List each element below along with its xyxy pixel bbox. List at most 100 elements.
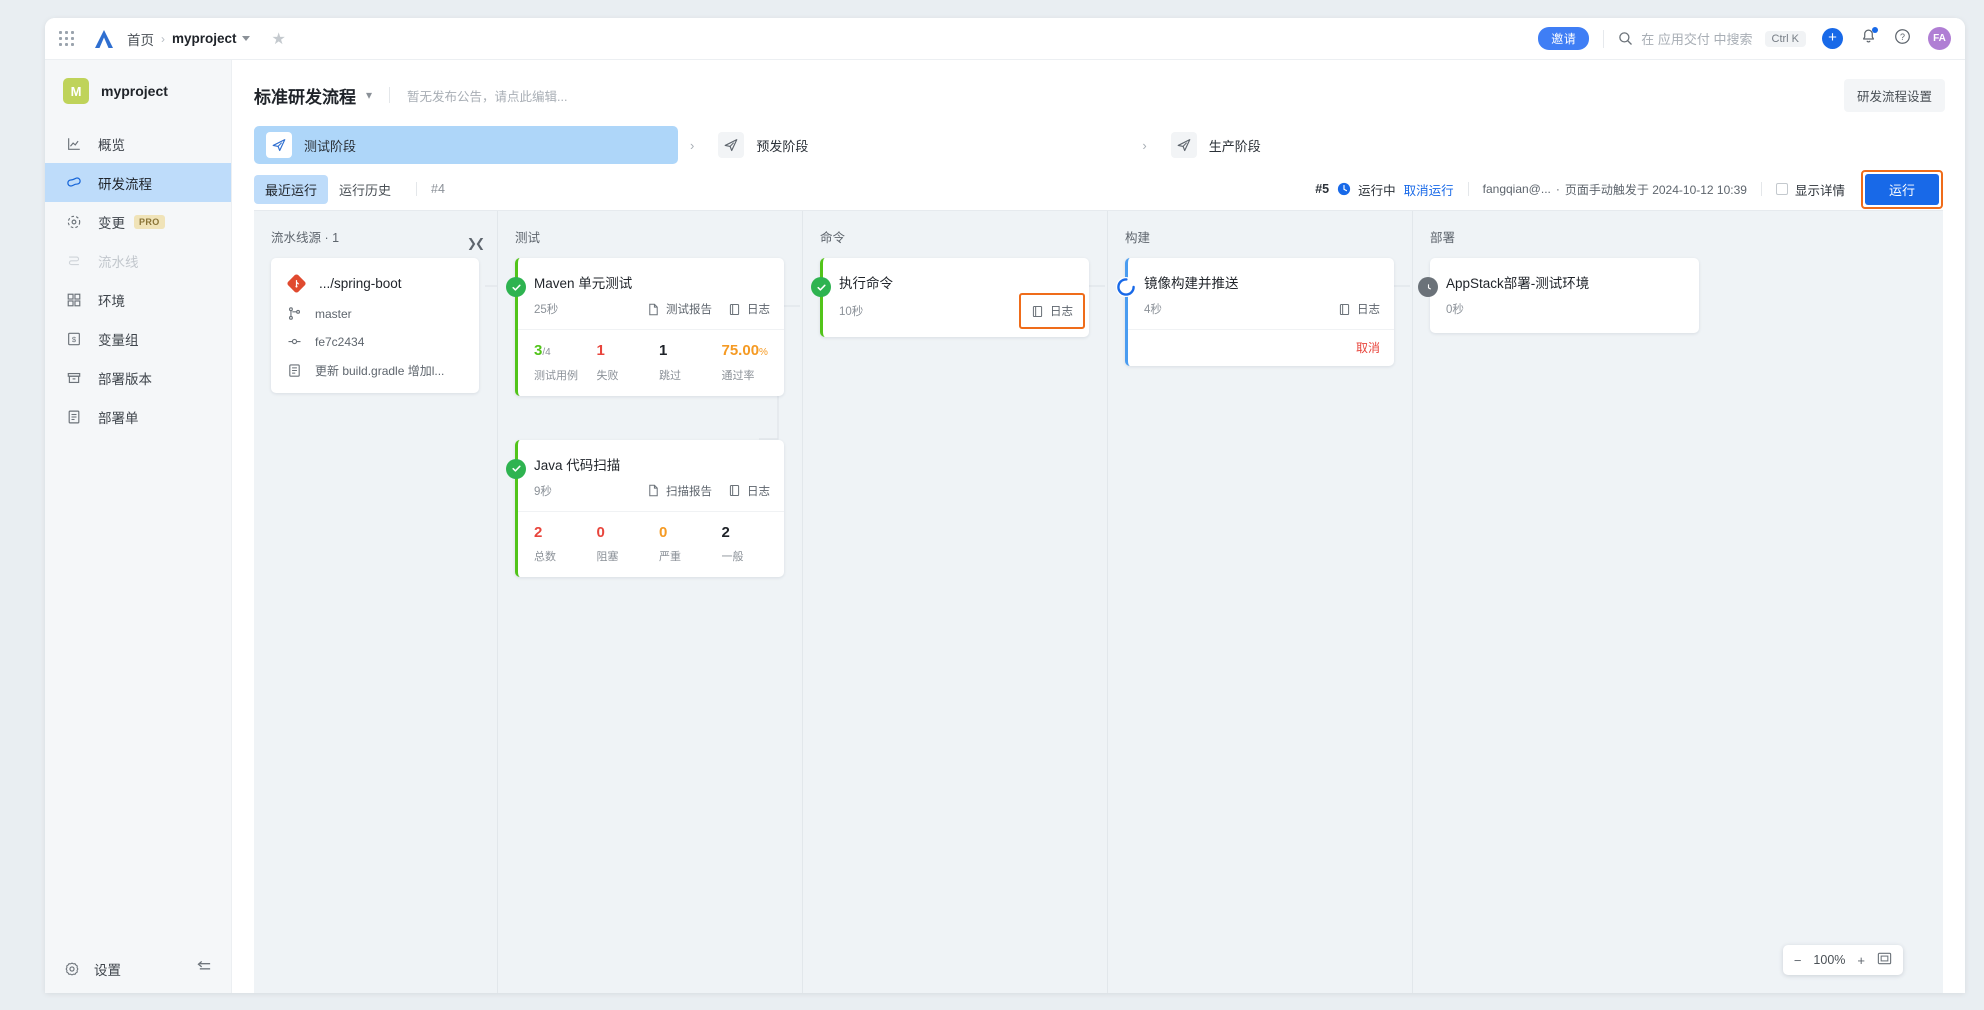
cancel-run-link[interactable]: 取消运行	[1404, 180, 1454, 199]
job-card-appstack-deploy[interactable]: AppStack部署-测试环境 0秒	[1418, 258, 1699, 333]
fit-screen-icon[interactable]	[1877, 952, 1892, 968]
top-bar-right: 邀请 在 应用交付 中搜索 Ctrl K + ? FA	[1538, 26, 1951, 50]
job-duration: 9秒	[534, 485, 552, 498]
breadcrumb-home[interactable]: 首页	[127, 29, 154, 49]
collapse-column-icon[interactable]: ❯❮	[467, 236, 485, 250]
build-ref[interactable]: #4	[431, 182, 445, 196]
rocket-icon	[266, 132, 292, 158]
apps-grid-icon[interactable]	[55, 28, 77, 50]
tab-latest-run[interactable]: 最近运行	[254, 174, 329, 204]
log-button[interactable]: 日志	[1019, 293, 1085, 329]
sidebar-item-dev-flow[interactable]: 研发流程	[45, 163, 231, 202]
stage-tab-test[interactable]: 测试阶段	[254, 126, 678, 164]
job-card-footer: 取消	[1128, 329, 1394, 366]
sidebar-item-label: 环境	[98, 293, 125, 309]
stat-label: 测试用例	[534, 369, 578, 382]
page-title: 标准研发流程	[254, 87, 356, 107]
sidebar-item-deploy-version[interactable]: 部署版本	[45, 358, 231, 397]
chart-icon	[64, 136, 84, 152]
change-icon	[64, 214, 84, 230]
stat-label: 通过率	[721, 369, 755, 382]
bell-icon[interactable]	[1860, 26, 1878, 50]
stat-value: 1	[596, 342, 605, 359]
chevron-right-icon: ›	[1142, 137, 1147, 153]
run-button[interactable]: 运行	[1864, 173, 1939, 205]
job-card-command[interactable]: 执行命令 10秒 日志	[811, 258, 1089, 337]
zoom-in-button[interactable]: +	[1857, 953, 1865, 968]
job-actions: 日志	[1019, 293, 1085, 329]
breadcrumb-project[interactable]: myproject	[172, 31, 237, 46]
log-button[interactable]: 日志	[728, 483, 770, 499]
sidebar: M myproject 概览 研发流程 变更 PRO 流水线 环境 $ 变量组 …	[45, 60, 232, 993]
help-circle-icon[interactable]: ?	[1894, 28, 1911, 50]
stat-label: 失败	[596, 369, 619, 382]
column-title: 命令	[820, 231, 846, 245]
job-card-image-build[interactable]: 镜像构建并推送 4秒 日志 取消	[1116, 258, 1394, 366]
gear-icon[interactable]	[64, 961, 80, 977]
show-detail-checkbox[interactable]	[1775, 183, 1788, 195]
status-running-icon	[1116, 277, 1136, 297]
job-title: AppStack部署-测试环境	[1446, 276, 1590, 291]
stage-tab-prod[interactable]: 生产阶段	[1159, 126, 1583, 164]
stage-tab-label: 预发阶段	[756, 138, 809, 154]
stat-value: 0	[596, 523, 605, 541]
notification-dot	[1872, 26, 1878, 33]
sidebar-item-environment[interactable]: 环境	[45, 280, 231, 319]
stat-total: 2 总数	[534, 524, 597, 565]
sidebar-nav: 概览 研发流程 变更 PRO 流水线 环境 $ 变量组 部署版本 部署单	[45, 122, 231, 436]
rocket-icon	[1170, 132, 1197, 158]
app-window: 首页 › myproject ★ 邀请 在 应用交付 中搜索 Ctrl K +	[45, 18, 1965, 993]
job-card-java-scan[interactable]: Java 代码扫描 9秒 扫描报告 日志 2 总数 0 阻塞 0 严重 2 一般	[506, 439, 784, 577]
action-label: 日志	[747, 485, 770, 498]
tab-run-history[interactable]: 运行历史	[328, 175, 402, 204]
job-card-maven[interactable]: Maven 单元测试 25秒 测试报告 日志 3/4 测试用例 1 失败 1 跳…	[506, 258, 784, 396]
status-waiting-icon	[1418, 277, 1438, 297]
divider	[389, 87, 391, 103]
breadcrumb-separator: ›	[161, 31, 165, 46]
run-status-group: #5 运行中 取消运行 fangqian@... · 页面手动触发于 2024-…	[1315, 169, 1943, 209]
source-message-row: 更新 build.gradle 增加l...	[287, 362, 465, 379]
job-card-meta: 10秒 日志	[823, 292, 1089, 337]
job-title: Java 代码扫描	[534, 457, 621, 473]
divider	[1760, 182, 1762, 196]
aliyun-logo-icon[interactable]	[91, 27, 117, 51]
stat-label: 一般	[721, 551, 744, 563]
search-input[interactable]: 在 应用交付 中搜索 Ctrl K	[1618, 29, 1806, 48]
status-success-icon	[506, 277, 526, 297]
sidebar-item-overview[interactable]: 概览	[45, 124, 231, 163]
avatar[interactable]: FA	[1928, 27, 1951, 50]
sidebar-item-pipeline[interactable]: 流水线	[45, 241, 231, 280]
test-report-button[interactable]: 测试报告	[647, 301, 712, 317]
sidebar-item-variable-group[interactable]: $ 变量组	[45, 319, 231, 358]
rocket-icon	[718, 132, 745, 158]
show-detail-label[interactable]: 显示详情	[1795, 180, 1845, 199]
star-icon[interactable]: ★	[272, 29, 286, 49]
cancel-job-button[interactable]: 取消	[1356, 341, 1380, 355]
log-button[interactable]: 日志	[1338, 301, 1380, 317]
chevron-down-icon[interactable]	[241, 36, 250, 41]
dev-flow-settings-button[interactable]: 研发流程设置	[1843, 78, 1945, 112]
collapse-sidebar-icon[interactable]	[196, 959, 213, 979]
zoom-out-button[interactable]: −	[1794, 953, 1802, 968]
column-pipeline-source: 流水线源 · 1 ❯❮ .../spring-boot master fe7c2…	[254, 211, 497, 993]
stage-tab-pre[interactable]: 预发阶段	[706, 126, 1130, 164]
running-icon	[1337, 182, 1351, 196]
svg-text:?: ?	[1900, 31, 1905, 41]
create-button[interactable]: +	[1822, 28, 1843, 49]
log-button[interactable]: 日志	[728, 301, 770, 317]
sidebar-item-change[interactable]: 变更 PRO	[45, 202, 231, 241]
log-icon	[1031, 305, 1044, 318]
stat-critical: 0 严重	[659, 524, 722, 565]
settings-label[interactable]: 设置	[94, 959, 121, 979]
chevron-down-icon[interactable]: ▾	[366, 88, 372, 102]
notice-text[interactable]: 暂无发布公告，请点此编辑...	[407, 86, 567, 105]
page-header: 标准研发流程 ▾ 暂无发布公告，请点此编辑... 研发流程设置	[232, 60, 1965, 114]
project-header[interactable]: M myproject	[45, 60, 231, 122]
sidebar-item-deploy-order[interactable]: 部署单	[45, 397, 231, 436]
scan-report-button[interactable]: 扫描报告	[647, 483, 712, 499]
job-card-header: AppStack部署-测试环境	[1430, 258, 1699, 292]
source-card[interactable]: .../spring-boot master fe7c2434 更新 build…	[271, 258, 479, 393]
invite-button[interactable]: 邀请	[1538, 27, 1590, 50]
pipeline-columns: 流水线源 · 1 ❯❮ .../spring-boot master fe7c2…	[254, 211, 1943, 993]
stat-blocker: 0 阻塞	[596, 523, 660, 565]
